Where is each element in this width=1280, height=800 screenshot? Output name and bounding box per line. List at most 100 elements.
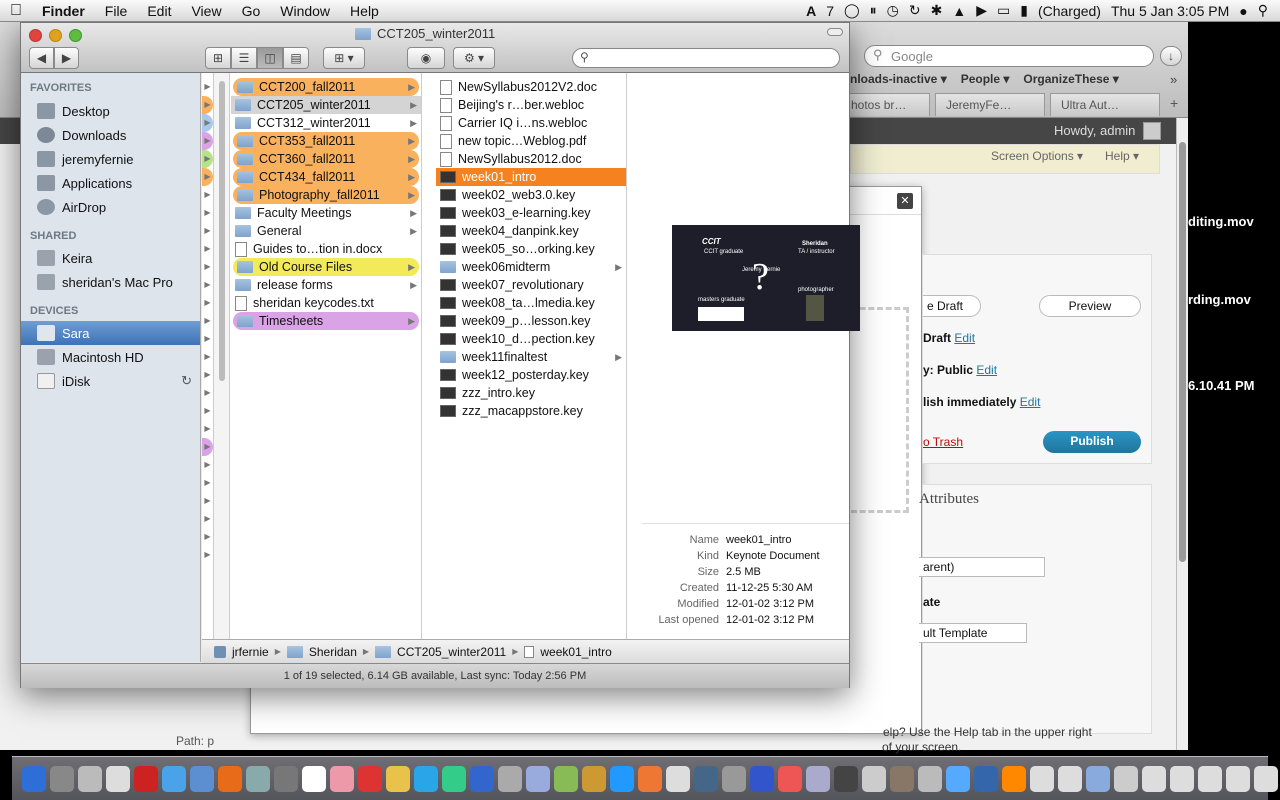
new-tab-icon[interactable]: + [1170, 95, 1178, 111]
dock-app-icon[interactable] [1086, 765, 1110, 792]
move-to-trash-link[interactable]: o Trash [923, 435, 963, 449]
list-item[interactable]: General ▶ [231, 222, 421, 240]
list-item[interactable]: Photography_fall2011 ▶ [233, 186, 419, 204]
dock-app-icon[interactable] [470, 765, 494, 792]
menu-view[interactable]: View [181, 3, 231, 19]
bookmarks-overflow-icon[interactable]: » [1170, 72, 1177, 87]
browser-search-field[interactable]: ⚲ Google [864, 45, 1154, 67]
icon-view-button[interactable]: ⊞ [205, 47, 231, 69]
dock-app-icon[interactable] [834, 765, 858, 792]
dock-app-icon[interactable] [582, 765, 606, 792]
dock-app-icon[interactable] [918, 765, 942, 792]
list-item[interactable]: week06midterm ▶ [436, 258, 626, 276]
dock-app-icon[interactable] [302, 765, 326, 792]
list-item[interactable]: week05_so…orking.key [436, 240, 626, 258]
dock-app-icon[interactable] [610, 765, 634, 792]
list-item[interactable]: Guides to…tion in.docx [231, 240, 421, 258]
dock-app-icon[interactable] [1002, 765, 1026, 792]
column-view-button[interactable]: ◫ [257, 47, 283, 69]
close-button[interactable] [29, 29, 42, 42]
list-item[interactable]: week09_p…lesson.key [436, 312, 626, 330]
download-button[interactable]: ↓ [1160, 46, 1182, 66]
dock-app-icon[interactable] [498, 765, 522, 792]
menu-edit[interactable]: Edit [137, 3, 181, 19]
bookmark-downloads-inactive[interactable]: nloads-inactive ▾ [850, 72, 947, 86]
list-item[interactable]: week03_e-learning.key [436, 204, 626, 222]
template-select[interactable]: ult Template [919, 623, 1027, 643]
dock-app-icon[interactable] [246, 765, 270, 792]
battery-icon[interactable]: ▮ [1020, 2, 1028, 19]
list-item[interactable]: Old Course Files ▶ [233, 258, 419, 276]
list-item[interactable]: CCT312_winter2011 ▶ [231, 114, 421, 132]
dock-app-icon[interactable] [358, 765, 382, 792]
list-item[interactable]: week02_web3.0.key [436, 186, 626, 204]
sync-icon[interactable]: ↻ [181, 373, 192, 389]
howdy-admin[interactable]: Howdy, admin [1054, 123, 1135, 138]
dock-app-icon[interactable] [638, 765, 662, 792]
tab-photos[interactable]: hotos br… [840, 93, 930, 116]
edit-status-link[interactable]: Edit [954, 331, 975, 345]
dock-app-icon[interactable] [1142, 765, 1166, 792]
dock-app-icon[interactable] [862, 765, 886, 792]
list-item[interactable]: Timesheets ▶ [233, 312, 419, 330]
menu-file[interactable]: File [95, 3, 138, 19]
volume-icon[interactable]: ▶ [976, 2, 987, 19]
quicklook-button[interactable]: ◉ [407, 47, 445, 69]
column-0-scrollbar[interactable] [214, 73, 230, 649]
list-item[interactable]: CCT200_fall2011 ▶ [233, 78, 419, 96]
action-button[interactable]: ⚙ ▾ [453, 47, 495, 69]
scroll-thumb[interactable] [1179, 142, 1186, 562]
dock-app-icon[interactable] [750, 765, 774, 792]
dock-app-icon[interactable] [694, 765, 718, 792]
dock-app-icon[interactable] [442, 765, 466, 792]
menu-help[interactable]: Help [340, 3, 389, 19]
back-button[interactable]: ◀ [29, 47, 54, 69]
sync-icon[interactable]: ↻ [909, 2, 921, 19]
menu-go[interactable]: Go [232, 3, 271, 19]
dock-app-icon[interactable] [218, 765, 242, 792]
coverflow-view-button[interactable]: ▤ [283, 47, 309, 69]
path-cct205[interactable]: CCT205_winter2011 [397, 645, 506, 659]
sidebar-item-applications[interactable]: Applications [21, 171, 200, 195]
bookmark-organizethese[interactable]: OrganizeThese ▾ [1023, 72, 1118, 86]
dock-app-icon[interactable] [946, 765, 970, 792]
desktop-file-2[interactable]: rding.mov [1188, 292, 1251, 307]
publish-button[interactable]: Publish [1043, 431, 1141, 453]
dock-app-icon[interactable] [778, 765, 802, 792]
list-view-button[interactable]: ☰ [231, 47, 257, 69]
bookmark-people[interactable]: People ▾ [961, 72, 1010, 86]
dock-app-icon[interactable] [722, 765, 746, 792]
edit-schedule-link[interactable]: Edit [1020, 395, 1041, 409]
clock[interactable]: Thu 5 Jan 3:05 PM [1111, 3, 1229, 19]
sidebar-item-idisk[interactable]: iDisk ↻ [21, 369, 200, 393]
list-item[interactable]: sheridan keycodes.txt [231, 294, 421, 312]
list-item[interactable]: NewSyllabus2012V2.doc [436, 78, 626, 96]
preview-button[interactable]: Preview [1039, 295, 1141, 317]
list-item[interactable]: week11finaltest ▶ [436, 348, 626, 366]
dock-app-icon[interactable] [526, 765, 550, 792]
list-item[interactable]: week10_d…pection.key [436, 330, 626, 348]
zoom-button[interactable] [69, 29, 82, 42]
dock-app-icon[interactable] [890, 765, 914, 792]
spotlight-icon[interactable]: ⚲ [1258, 2, 1268, 19]
help-button[interactable]: Help ▾ [1105, 149, 1139, 163]
sidebar-item-downloads[interactable]: Downloads [21, 123, 200, 147]
list-item[interactable]: week04_danpink.key [436, 222, 626, 240]
dock-app-icon[interactable] [414, 765, 438, 792]
edit-visibility-link[interactable]: Edit [976, 363, 997, 377]
list-item[interactable]: week12_posterday.key [436, 366, 626, 384]
list-item[interactable]: week07_revolutionary [436, 276, 626, 294]
dock-app-icon[interactable] [1030, 765, 1054, 792]
finder-search-field[interactable]: ⚲ [572, 48, 840, 68]
tab-jeremyfernie[interactable]: JeremyFe… [935, 93, 1045, 116]
sidebar-item-keira[interactable]: Keira [21, 246, 200, 270]
list-item[interactable]: week01_intro [436, 168, 626, 186]
dock-app-icon[interactable] [22, 765, 46, 792]
dock-app-icon[interactable] [806, 765, 830, 792]
list-item[interactable]: week08_ta…lmedia.key [436, 294, 626, 312]
modal-close-icon[interactable]: ✕ [897, 193, 913, 209]
list-item[interactable]: release forms ▶ [231, 276, 421, 294]
list-item[interactable]: CCT360_fall2011 ▶ [233, 150, 419, 168]
app-menu[interactable]: Finder [32, 3, 95, 19]
path-jrfernie[interactable]: jrfernie [232, 645, 269, 659]
